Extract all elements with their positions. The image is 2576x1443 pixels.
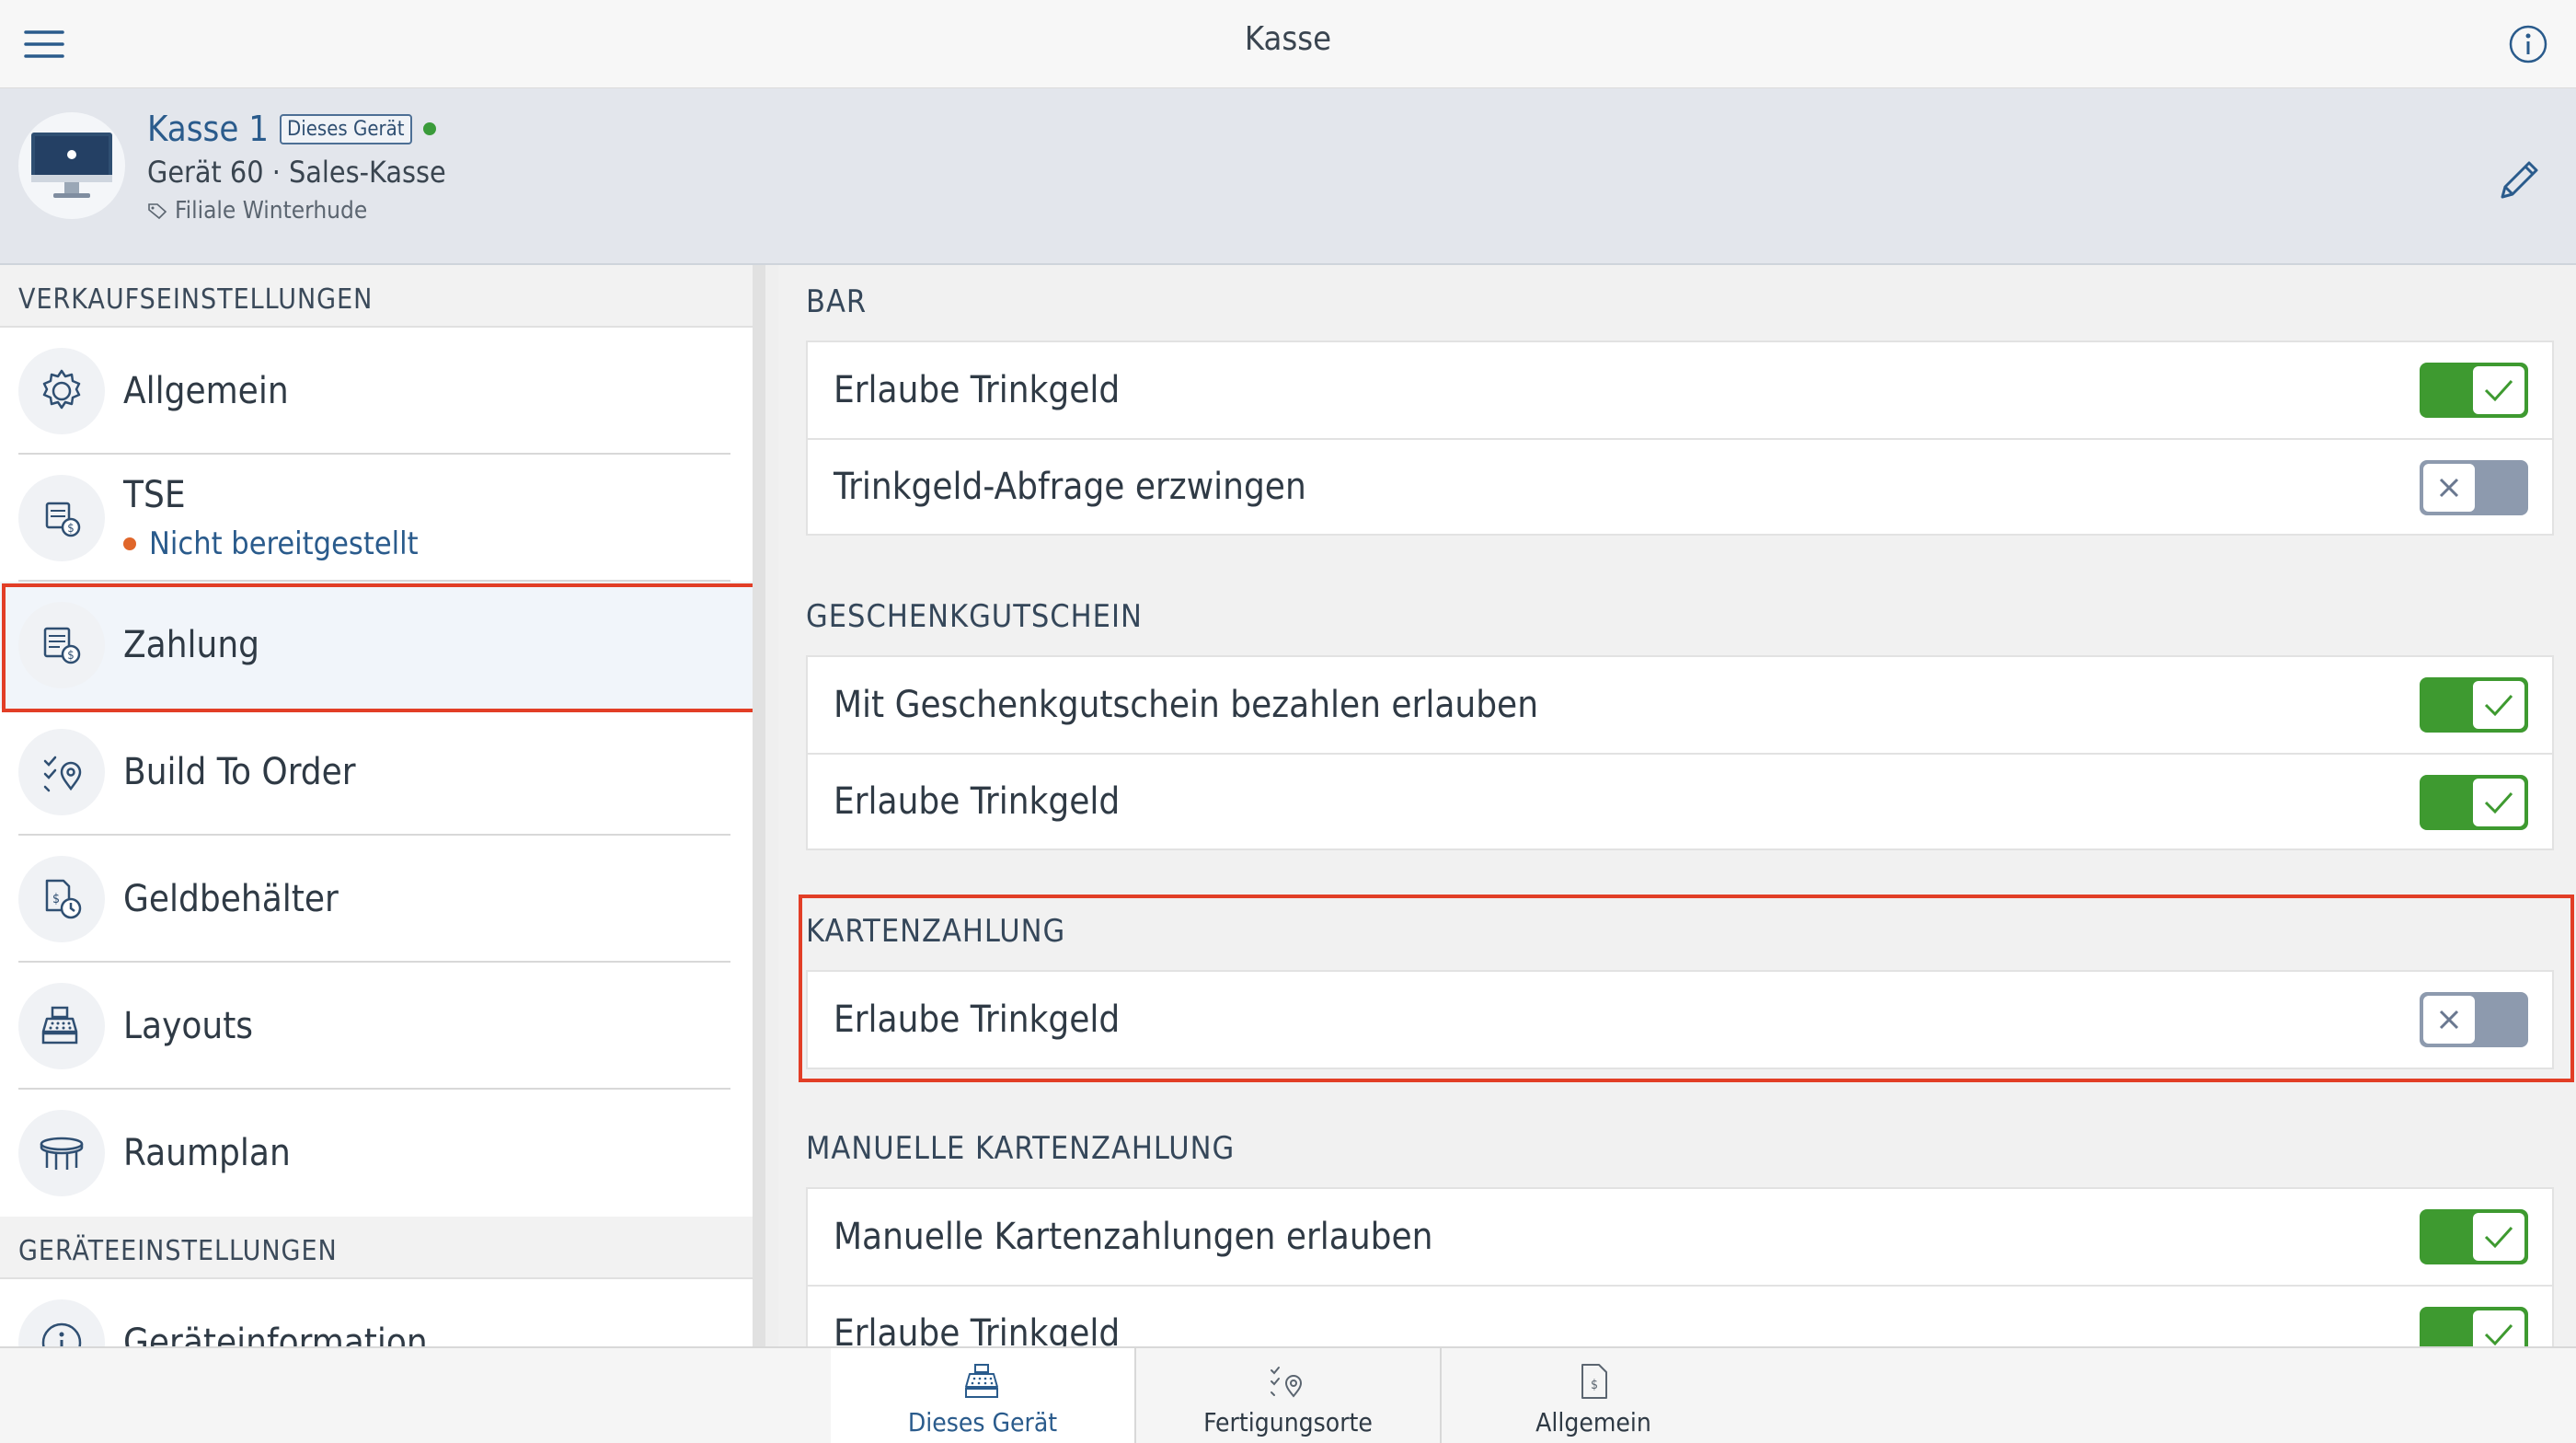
setting-row: Manuelle Kartenzahlungen erlauben (808, 1189, 2552, 1285)
toggle-switch[interactable] (2420, 460, 2528, 515)
section-header-sales-settings: VERKAUFSEINSTELLUNGEN (0, 265, 753, 328)
sidebar-item-label: Allgemein (123, 370, 289, 412)
page-title: Kasse (1244, 20, 1332, 58)
svg-text:$: $ (67, 649, 74, 663)
edit-pencil-icon[interactable] (2484, 145, 2554, 215)
device-name: Kasse 1 (147, 109, 269, 149)
sidebar-item-label: Build To Order (123, 751, 356, 793)
tab-label: Dieses Gerät (907, 1407, 1058, 1437)
tab-dieses-geraet[interactable]: Dieses Gerät (831, 1348, 1134, 1443)
cash-register-icon (18, 983, 105, 1069)
device-subtitle: Gerät 60 · Sales-Kasse (147, 155, 446, 190)
tab-label: Allgemein (1535, 1407, 1651, 1437)
toggle-switch[interactable] (2420, 775, 2528, 830)
setting-row: Trinkgeld-Abfrage erzwingen (808, 438, 2552, 534)
payment-settings-panel: BAR Erlaube Trinkgeld Trinkgeld-Abfrage … (778, 265, 2576, 1346)
sidebar-item-layouts[interactable]: Layouts (0, 963, 753, 1090)
tab-fertigungsorte[interactable]: Fertigungsorte (1136, 1348, 1440, 1443)
monitor-icon (31, 133, 112, 198)
top-bar: Kasse (0, 0, 2576, 88)
setting-label: Erlaube Trinkgeld (834, 780, 1121, 823)
group-title-geschenkgutschein: GESCHENKGUTSCHEIN (806, 598, 1143, 635)
gear-icon (18, 348, 105, 434)
toggle-switch[interactable] (2420, 1307, 2528, 1346)
sidebar-item-geldbehaelter[interactable]: $ Geldbehälter (0, 836, 753, 963)
online-status-dot (422, 122, 436, 135)
check-icon (2473, 779, 2524, 826)
setting-label: Mit Geschenkgutschein bezahlen erlauben (834, 684, 1539, 726)
setting-label: Manuelle Kartenzahlungen erlauben (834, 1216, 1433, 1258)
sidebar-item-zahlung[interactable]: $ Zahlung (0, 582, 753, 709)
sidebar-item-allgemein[interactable]: Allgemein (0, 328, 753, 455)
sidebar-item-label: TSE (123, 474, 186, 516)
device-header: Kasse 1 Dieses Gerät Gerät 60 · Sales-Ka… (0, 88, 2576, 265)
svg-text:$: $ (67, 522, 74, 536)
payment-icon: $ (18, 602, 105, 688)
sidebar-item-label: Zahlung (123, 624, 259, 666)
check-icon (2473, 1213, 2524, 1261)
info-icon (18, 1299, 105, 1346)
info-icon[interactable] (2506, 22, 2550, 66)
svg-text:$: $ (52, 892, 60, 906)
check-icon (2473, 366, 2524, 414)
sidebar-item-label: Geräteinformation (123, 1322, 428, 1346)
setting-row: Erlaube Trinkgeld (808, 753, 2552, 848)
x-icon (2423, 996, 2475, 1044)
group-title-manuelle-kartenzahlung: MANUELLE KARTENZAHLUNG (806, 1130, 1236, 1167)
sidebar-item-build-to-order[interactable]: Build To Order (0, 709, 753, 836)
sidebar-item-label: Layouts (123, 1005, 254, 1047)
tse-icon: $ (18, 475, 105, 561)
setting-label: Erlaube Trinkgeld (834, 1312, 1121, 1346)
group-card-manuelle-kartenzahlung: Manuelle Kartenzahlungen erlauben Erlaub… (806, 1187, 2554, 1346)
group-card-geschenkgutschein: Mit Geschenkgutschein bezahlen erlauben … (806, 655, 2554, 850)
toggle-switch[interactable] (2420, 992, 2528, 1047)
setting-row: Erlaube Trinkgeld (808, 1285, 2552, 1346)
sidebar-item-raumplan[interactable]: Raumplan (0, 1090, 753, 1217)
tse-status: Nicht bereitgestellt (123, 525, 419, 562)
setting-row: Erlaube Trinkgeld (808, 972, 2552, 1068)
section-header-device-settings: GERÄTEEINSTELLUNGEN (0, 1217, 753, 1279)
build-to-order-icon (1271, 1367, 1303, 1398)
bottom-tab-bar: Dieses Gerät Fertigungsorte $ Allgemein (0, 1346, 2576, 1443)
group-card-kartenzahlung: Erlaube Trinkgeld (806, 970, 2554, 1069)
setting-row: Mit Geschenkgutschein bezahlen erlauben (808, 657, 2552, 753)
setting-label: Erlaube Trinkgeld (834, 369, 1121, 411)
group-title-bar: BAR (806, 283, 868, 320)
tse-status-label: Nicht bereitgestellt (149, 525, 419, 562)
device-location: Filiale Winterhude (147, 197, 367, 225)
settings-sidebar: VERKAUFSEINSTELLUNGEN Allgemein $ TSE Ni… (0, 265, 765, 1346)
warning-status-dot (123, 537, 136, 550)
this-device-badge: Dieses Gerät (279, 113, 412, 144)
group-title-kartenzahlung: KARTENZAHLUNG (806, 913, 1066, 950)
setting-label: Erlaube Trinkgeld (834, 999, 1121, 1041)
tab-allgemein[interactable]: $ Allgemein (1442, 1348, 1745, 1443)
setting-label: Trinkgeld-Abfrage erzwingen (834, 466, 1306, 508)
document-dollar-icon: $ (1581, 1364, 1607, 1399)
check-icon (2473, 681, 2524, 729)
setting-row: Erlaube Trinkgeld (808, 342, 2552, 438)
group-card-bar: Erlaube Trinkgeld Trinkgeld-Abfrage erzw… (806, 341, 2554, 536)
build-to-order-icon (18, 729, 105, 815)
sidebar-item-label: Geldbehälter (123, 878, 339, 920)
toggle-switch[interactable] (2420, 677, 2528, 733)
check-icon (2473, 1310, 2524, 1346)
sidebar-item-label: Raumplan (123, 1132, 291, 1174)
sidebar-item-tse[interactable]: $ TSE Nicht bereitgestellt (0, 455, 753, 582)
sidebar-item-geraeteinformation[interactable]: Geräteinformation (0, 1279, 753, 1346)
x-icon (2423, 464, 2475, 512)
cash-container-icon: $ (18, 856, 105, 942)
device-location-label: Filiale Winterhude (175, 197, 368, 225)
tag-icon (148, 203, 167, 220)
table-icon (18, 1110, 105, 1196)
device-avatar (18, 112, 125, 219)
toggle-switch[interactable] (2420, 363, 2528, 418)
toggle-switch[interactable] (2420, 1209, 2528, 1264)
svg-text:$: $ (1591, 1378, 1598, 1392)
tab-label: Fertigungsorte (1203, 1407, 1373, 1437)
cash-register-icon (965, 1364, 998, 1398)
